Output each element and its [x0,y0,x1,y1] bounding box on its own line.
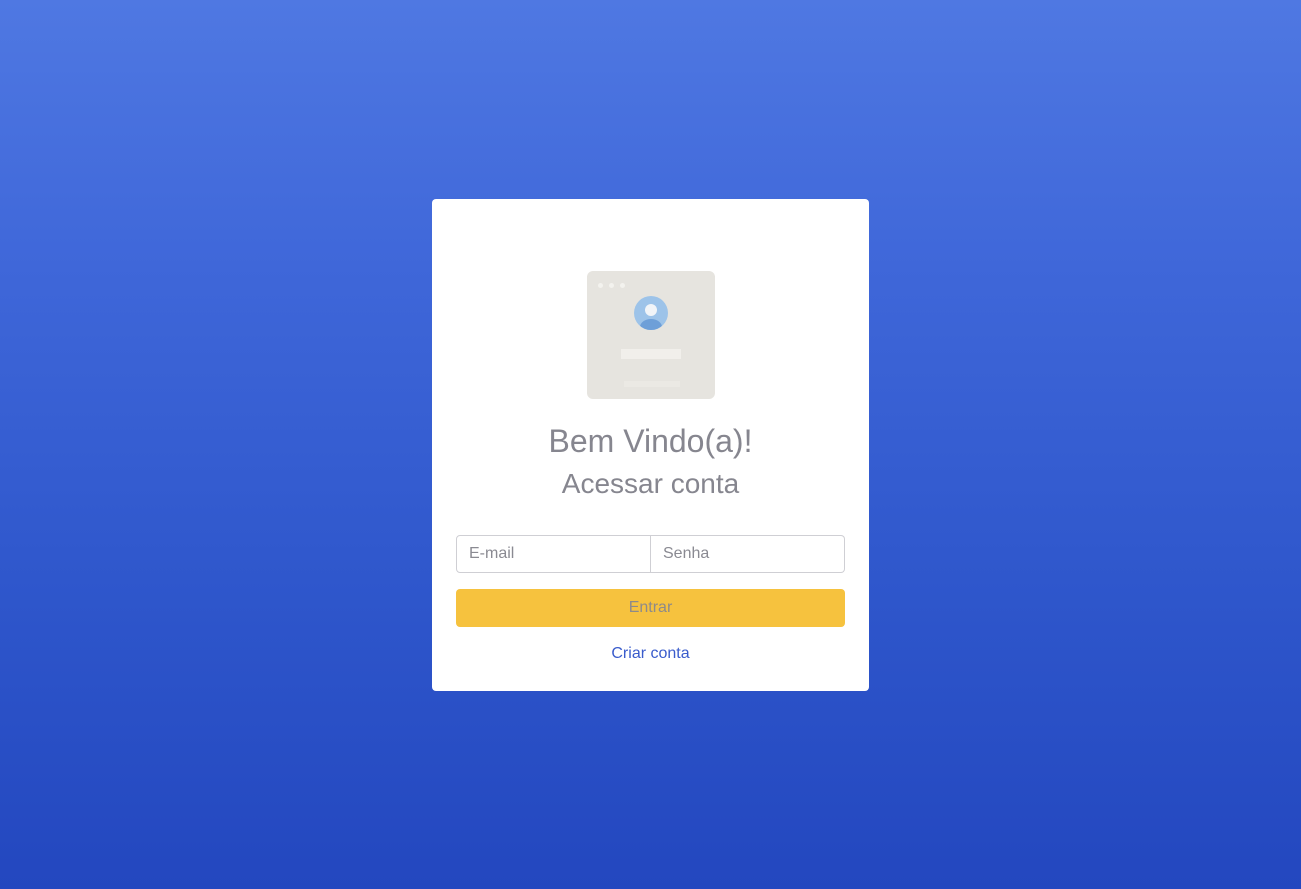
email-input[interactable] [456,535,651,573]
access-account-subtitle: Acessar conta [561,468,740,499]
user-avatar-icon [634,296,668,330]
window-dot-icon [609,283,614,288]
login-button[interactable]: Entrar [456,589,845,627]
placeholder-bar [624,381,680,387]
window-dot-icon [620,283,625,288]
avatar-shoulders [640,319,662,330]
create-account-link[interactable]: Criar conta [432,645,869,663]
login-illustration-icon [587,271,715,399]
avatar-head [645,304,657,316]
placeholder-bar [621,349,681,359]
login-card: Bem Vindo(a)! Acessar conta Entrar Criar… [432,199,869,691]
credentials-input-group [456,535,845,573]
window-dot-icon [598,283,603,288]
welcome-title: Bem Vindo(a)! [548,423,753,459]
password-input[interactable] [651,535,845,573]
